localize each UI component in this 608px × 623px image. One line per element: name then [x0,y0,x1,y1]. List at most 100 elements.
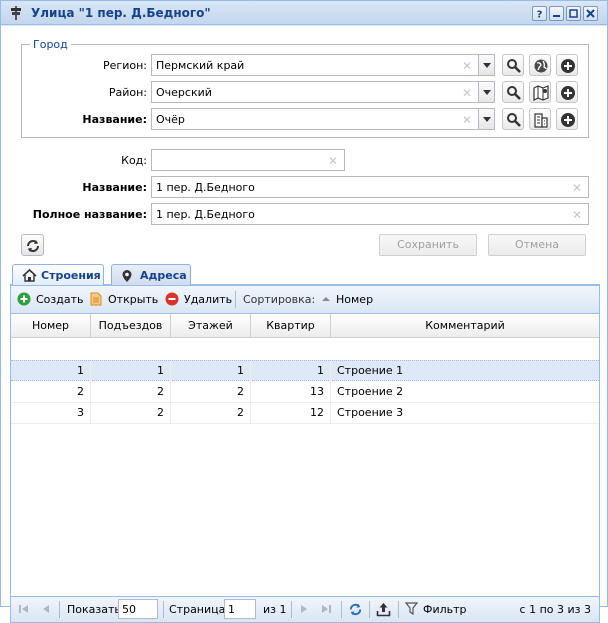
region-dropdown-trigger[interactable] [478,54,495,76]
pager-separator [59,601,60,618]
title-bar[interactable]: Улица "1 пер. Д.Бедного" ? [1,1,607,25]
clear-icon[interactable]: ✕ [572,181,582,195]
refresh-icon[interactable] [348,602,363,617]
create-button[interactable]: Создать [17,292,84,306]
street-window: Улица "1 пер. Д.Бедного" ? Город Регион:… [0,0,608,623]
home-icon [22,269,37,282]
add-circle-icon [561,59,575,73]
district-dropdown-trigger[interactable] [478,81,495,103]
code-input[interactable]: ✕ [151,149,345,171]
clear-icon[interactable]: ✕ [572,208,582,222]
city-name-dropdown-trigger[interactable] [478,108,495,130]
help-button[interactable]: ? [532,6,547,21]
close-button[interactable] [583,6,598,21]
maximize-button[interactable] [566,6,581,21]
maximize-icon [569,9,578,18]
city-legend: Город [33,38,68,51]
minimize-icon [553,15,560,17]
delete-button[interactable]: Удалить [165,292,233,306]
table-row[interactable]: 1 1 1 1 Строение 1 [11,360,599,382]
chevron-down-icon [483,63,491,68]
region-search-button[interactable] [502,54,524,76]
col-header-entrances[interactable]: Подъездов [91,314,171,338]
district-label: Район: [108,86,147,99]
cell-apartments: 12 [251,403,331,424]
cell-floors: 1 [171,361,251,382]
district-search-button[interactable] [502,81,524,103]
city-add-button[interactable] [556,108,578,130]
tab-addresses[interactable]: Адреса [111,264,191,286]
refresh-button[interactable] [21,234,44,256]
paging-summary: с 1 по 3 из 3 [519,603,591,616]
city-buildings-button[interactable] [529,108,551,130]
minimize-button[interactable] [549,6,564,21]
save-button[interactable]: Сохранить [379,234,477,256]
page-number-input[interactable]: 1 [224,599,256,619]
chevron-down-icon [483,117,491,122]
buildings-grid-panel: Создать Открыть Удалить Сортировка: Номе… [10,285,600,623]
clear-icon[interactable]: ✕ [462,59,472,73]
tab-buildings[interactable]: Строения [12,264,104,287]
svg-text:?: ? [537,10,543,20]
cell-entrances: 2 [91,403,171,424]
sort-up-icon [322,297,330,301]
cell-number: 3 [11,403,91,424]
city-name-combo-input[interactable]: Очёр ✕ [151,108,479,130]
city-search-button[interactable] [502,108,524,130]
export-icon[interactable] [376,602,391,617]
open-button[interactable]: Открыть [89,292,158,306]
window-title: Улица "1 пер. Д.Бедного" [31,6,211,20]
paging-toolbar: Показать 50 Страница 1 из 1 Фильтр с 1 п [11,596,599,622]
col-header-comment[interactable]: Комментарий [331,314,599,338]
filter-button[interactable]: Фильтр [405,602,467,616]
prev-page-icon[interactable] [39,602,53,616]
district-map-button[interactable] [529,81,551,103]
col-header-floors[interactable]: Этажей [171,314,251,338]
first-page-icon[interactable] [17,602,31,616]
district-value: Очерский [156,86,212,99]
clear-icon[interactable]: ✕ [462,86,472,100]
cell-number: 1 [11,361,91,382]
delete-label: Удалить [184,293,233,306]
next-page-icon[interactable] [297,602,311,616]
remove-circle-icon [165,292,179,306]
district-combo-input[interactable]: Очерский ✕ [151,81,479,103]
map-pin-icon [122,270,132,282]
table-row[interactable]: 3 2 2 12 Строение 3 [11,403,599,424]
city-name-label: Название: [82,113,147,126]
cell-floors: 2 [171,403,251,424]
last-page-icon[interactable] [319,602,333,616]
clear-icon[interactable]: ✕ [462,113,472,127]
full-name-input[interactable]: 1 пер. Д.Бедного ✕ [151,203,589,225]
grid-toolbar: Создать Открыть Удалить Сортировка: Номе… [11,286,599,314]
add-circle-icon [561,113,575,127]
signpost-icon [11,6,21,20]
region-value: Пермский край [156,59,245,72]
region-globe-button[interactable] [529,54,551,76]
tab-addresses-label: Адреса [140,269,187,282]
table-row[interactable]: 2 2 2 13 Строение 2 [11,382,599,403]
col-header-apartments[interactable]: Квартир [251,314,331,338]
sort-number-button[interactable]: Номер [319,293,373,306]
tab-buildings-label: Строения [41,269,101,282]
street-name-label: Название: [82,181,147,194]
sort-label: Сортировка: [243,293,316,306]
cancel-button[interactable]: Отмена [488,234,586,256]
col-header-number[interactable]: Номер [11,314,91,338]
full-name-value: 1 пер. Д.Бедного [156,208,255,221]
page-label: Страница [169,603,226,616]
search-icon [507,86,521,100]
region-combo-input[interactable]: Пермский край ✕ [151,54,479,76]
cell-comment: Строение 1 [337,364,404,377]
toolbar-separator [235,291,236,308]
district-add-button[interactable] [556,81,578,103]
code-label: Код: [121,154,147,167]
page-size-input[interactable]: 50 [118,599,158,619]
cell-entrances: 2 [91,382,171,403]
sort-field-label: Номер [336,293,374,306]
clear-icon[interactable]: ✕ [328,154,338,168]
cell-entrances: 1 [91,361,171,382]
pager-separator [341,601,342,618]
region-add-button[interactable] [556,54,578,76]
street-name-input[interactable]: 1 пер. Д.Бедного ✕ [151,176,589,198]
